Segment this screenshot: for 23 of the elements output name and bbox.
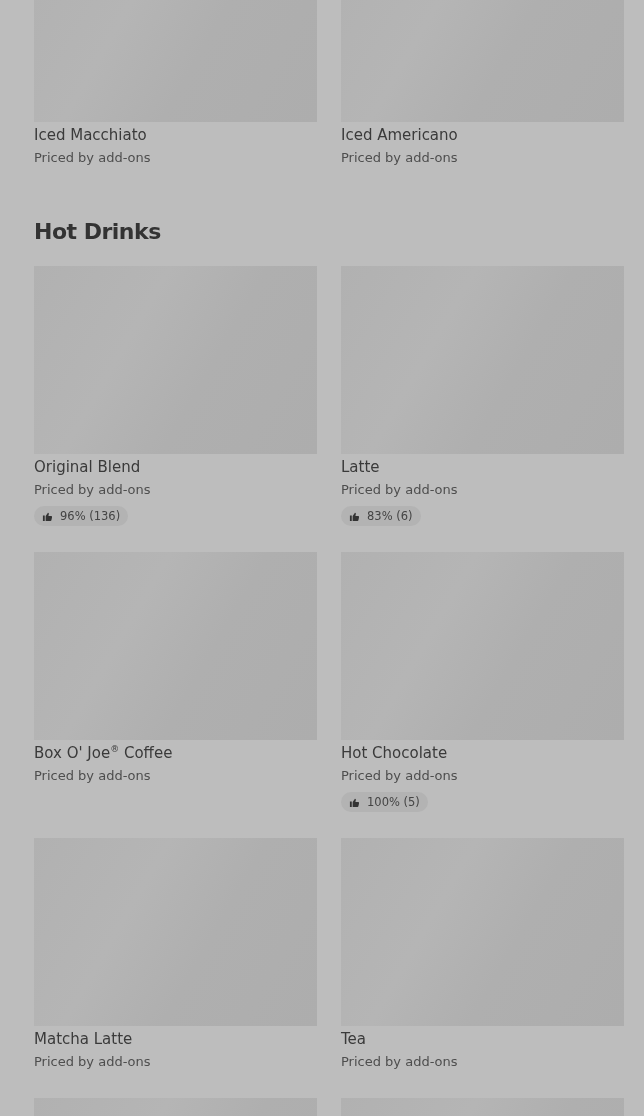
item-price: Priced by add-ons — [341, 767, 458, 785]
item-price: Priced by add-ons — [34, 149, 151, 167]
rating-text: 83% (6) — [367, 509, 413, 523]
item-name[interactable]: Iced Macchiato — [34, 124, 147, 146]
item-price: Priced by add-ons — [341, 149, 458, 167]
item-name[interactable]: Matcha Latte — [34, 1028, 133, 1050]
thumbs-up-icon — [349, 510, 360, 522]
section-heading: Hot Drinks — [34, 218, 162, 246]
item-price: Priced by add-ons — [34, 1053, 151, 1071]
item-price: Priced by add-ons — [34, 481, 151, 499]
rating-text: 100% (5) — [367, 795, 420, 809]
item-name[interactable]: Latte — [341, 456, 380, 478]
item-price: Priced by add-ons — [34, 767, 151, 785]
rating-text: 96% (136) — [60, 509, 121, 523]
item-price: Priced by add-ons — [341, 481, 458, 499]
item-name[interactable]: Box O' Joe$^{®}$ Coffee — [34, 742, 173, 764]
thumbs-up-icon — [42, 510, 53, 522]
item-name[interactable]: Iced Americano — [341, 124, 458, 146]
item-name[interactable]: Original Blend — [34, 456, 141, 478]
thumbs-up-icon — [349, 796, 360, 808]
item-name[interactable]: Hot Chocolate — [341, 742, 448, 764]
item-name[interactable]: Tea — [341, 1028, 367, 1050]
item-price: Priced by add-ons — [341, 1053, 458, 1071]
